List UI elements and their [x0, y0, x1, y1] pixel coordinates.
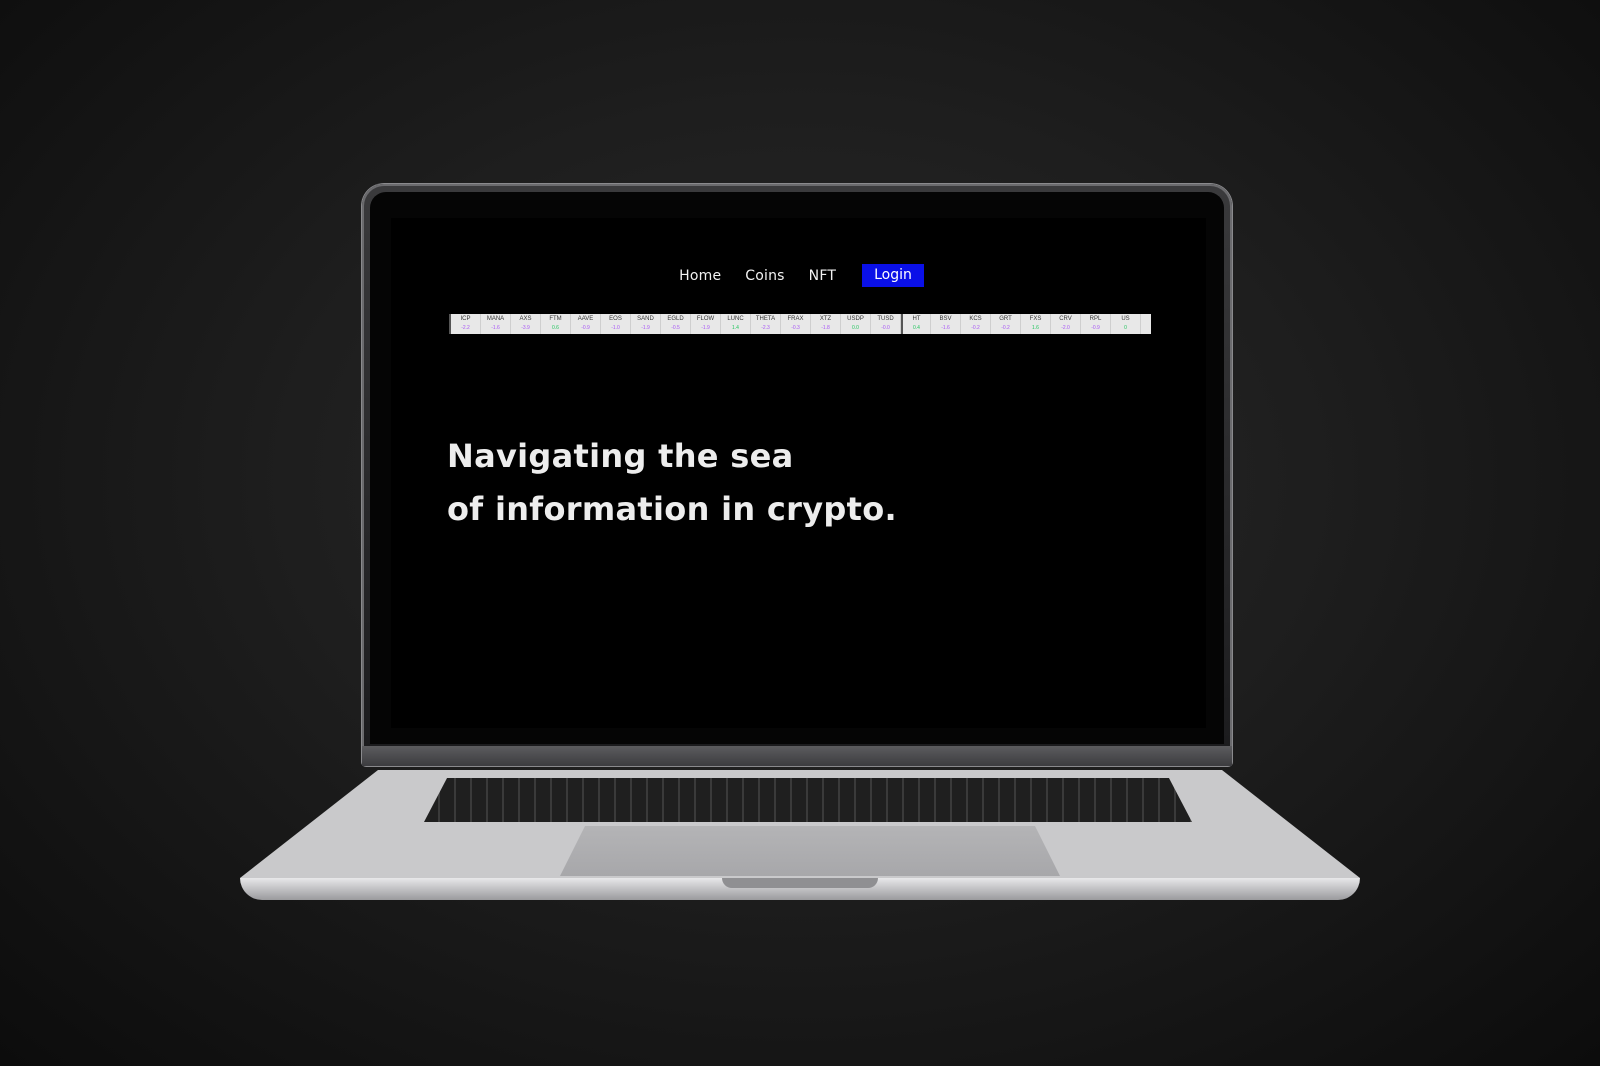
- ticker-symbol: HT: [912, 316, 921, 322]
- ticker-symbol: TUSD: [877, 316, 894, 322]
- ticker-symbol: EGLD: [667, 316, 684, 322]
- ticker-symbol: LUNC: [727, 316, 744, 322]
- ticker-change: -1.9: [701, 325, 710, 331]
- ticker-item[interactable]: EOS -1.0: [601, 314, 631, 334]
- ticker-symbol: CRV: [1059, 316, 1072, 322]
- ticker-item[interactable]: AAVE -0.9: [571, 314, 601, 334]
- ticker-symbol: GRT: [999, 316, 1012, 322]
- ticker-symbol: FXS: [1029, 316, 1042, 322]
- ticker-change: -0.9: [1091, 325, 1100, 331]
- keyboard: [424, 778, 1192, 822]
- ticker-symbol: RPL: [1089, 316, 1102, 322]
- ticker-symbol: AXS: [519, 316, 532, 322]
- ticker-change: -1.6: [491, 325, 500, 331]
- ticker-item[interactable]: CRV -2.0: [1051, 314, 1081, 334]
- top-nav: Home Coins NFT Login: [391, 264, 1206, 287]
- ticker-item[interactable]: FXS 1.6: [1021, 314, 1051, 334]
- ticker-symbol: FLOW: [696, 316, 715, 322]
- ticker-change: -2.0: [1061, 325, 1070, 331]
- ticker-change: -0.9: [581, 325, 590, 331]
- ticker-symbol: EOS: [609, 316, 622, 322]
- ticker-change: -2.3: [761, 325, 770, 331]
- ticker-change: -0.2: [1001, 325, 1010, 331]
- login-button[interactable]: Login: [862, 264, 924, 287]
- ticker-change: -1.8: [821, 325, 830, 331]
- ticker-item[interactable]: RPL -0.9: [1081, 314, 1111, 334]
- ticker-symbol: SAND: [637, 316, 654, 322]
- ticker-change: 1.6: [1032, 325, 1039, 331]
- ticker-change: -0.0: [881, 325, 890, 331]
- ticker-change: 0: [1124, 325, 1127, 331]
- ticker-change: 0.6: [552, 325, 559, 331]
- ticker-symbol: THETA: [755, 316, 776, 322]
- ticker-item[interactable]: BSV -1.6: [931, 314, 961, 334]
- ticker-item[interactable]: LUNC 1.4: [721, 314, 751, 334]
- ticker-change: -3.9: [521, 325, 530, 331]
- ticker-symbol: AAVE: [577, 316, 594, 322]
- ticker-symbol: USDP: [847, 316, 864, 322]
- ticker-symbol: FTM: [549, 316, 562, 322]
- ticker-item[interactable]: ICP -2.2: [451, 314, 481, 334]
- ticker-change: 1.4: [732, 325, 739, 331]
- ticker-symbol: ICP: [460, 316, 471, 322]
- ticker-item[interactable]: FRAX -0.3: [781, 314, 811, 334]
- laptop-hinge: [362, 746, 1232, 766]
- ticker-change: 0.4: [913, 325, 920, 331]
- ticker-symbol: US: [1121, 316, 1130, 322]
- ticker-item[interactable]: US 0: [1111, 314, 1141, 334]
- ticker-item[interactable]: FLOW -1.9: [691, 314, 721, 334]
- ticker-symbol: FRAX: [787, 316, 804, 322]
- ticker-item[interactable]: KCS -0.2: [961, 314, 991, 334]
- hero-line-1: Navigating the sea: [447, 437, 794, 475]
- ticker-change: -0.3: [791, 325, 800, 331]
- ticker-symbol: MANA: [486, 316, 505, 322]
- laptop-notch: [722, 878, 878, 888]
- ticker-change: -1.6: [941, 325, 950, 331]
- ticker-change: 0.0: [852, 325, 859, 331]
- ticker-item[interactable]: EGLD -0.5: [661, 314, 691, 334]
- website-screen: Home Coins NFT Login ICP -2.2 MANA -1.6 AXS -…: [391, 218, 1206, 728]
- ticker-item[interactable]: AXS -3.9: [511, 314, 541, 334]
- ticker-item[interactable]: USDP 0.0: [841, 314, 871, 334]
- ticker-item[interactable]: SAND -1.9: [631, 314, 661, 334]
- ticker-item[interactable]: THETA -2.3: [751, 314, 781, 334]
- trackpad: [560, 826, 1060, 876]
- ticker-item[interactable]: HT 0.4: [901, 314, 931, 334]
- ticker-symbol: XTZ: [819, 316, 832, 322]
- ticker-item[interactable]: FTM 0.6: [541, 314, 571, 334]
- price-ticker: ICP -2.2 MANA -1.6 AXS -3.9 FTM 0.6 AAVE -0.9 EOS -…: [449, 314, 1151, 334]
- ticker-change: -0.2: [971, 325, 980, 331]
- ticker-change: -2.2: [461, 325, 470, 331]
- ticker-change: -1.9: [641, 325, 650, 331]
- ticker-symbol: BSV: [939, 316, 952, 322]
- ticker-change: -0.5: [671, 325, 680, 331]
- ticker-item[interactable]: MANA -1.6: [481, 314, 511, 334]
- ticker-item[interactable]: XTZ -1.8: [811, 314, 841, 334]
- laptop-mockup: Home Coins NFT Login ICP -2.2 MANA -1.6 AXS -…: [0, 0, 1600, 1066]
- ticker-symbol: KCS: [969, 316, 982, 322]
- ticker-item[interactable]: GRT -0.2: [991, 314, 1021, 334]
- hero-line-2: of information in crypto.: [447, 490, 897, 528]
- hero-headline: Navigating the sea of information in cry…: [447, 430, 897, 536]
- nav-nft[interactable]: NFT: [809, 268, 836, 284]
- ticker-item[interactable]: TUSD -0.0: [871, 314, 901, 334]
- ticker-change: -1.0: [611, 325, 620, 331]
- nav-coins[interactable]: Coins: [745, 268, 784, 284]
- nav-home[interactable]: Home: [679, 268, 721, 284]
